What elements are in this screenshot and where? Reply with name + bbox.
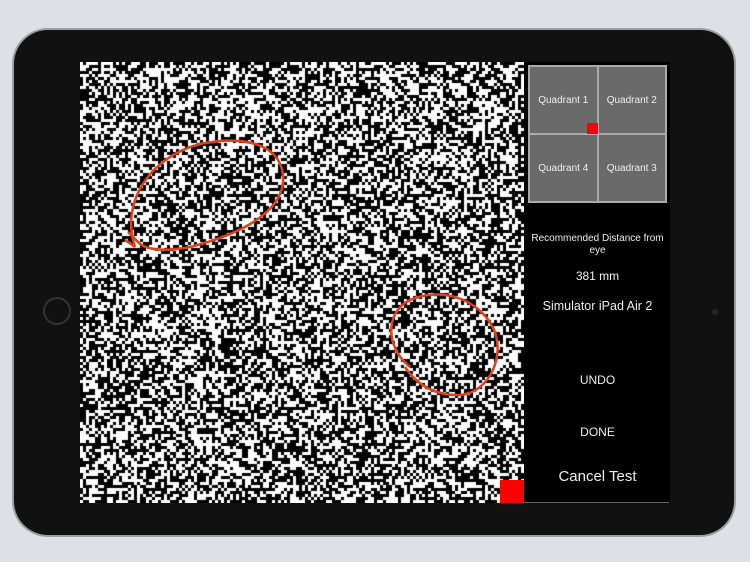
quadrant-4-button[interactable]: Quadrant 4: [529, 134, 598, 202]
divider: [524, 502, 669, 503]
quadrant-center-marker: [587, 123, 598, 134]
done-button[interactable]: DONE: [528, 425, 667, 439]
camera-icon: [712, 309, 718, 315]
home-button[interactable]: [43, 297, 71, 325]
screen: Quadrant 1 Quadrant 2 Quadrant 4 Quadran…: [80, 62, 670, 503]
device-name: Simulator iPad Air 2: [542, 299, 653, 313]
quadrant-selector: Quadrant 1 Quadrant 2 Quadrant 4 Quadran…: [528, 65, 667, 203]
fixation-marker: [500, 480, 524, 503]
undo-button[interactable]: UNDO: [528, 373, 667, 387]
cancel-test-button[interactable]: Cancel Test: [528, 468, 667, 485]
distance-value: 381 mm: [575, 269, 620, 283]
annotation-drawings: [124, 139, 499, 397]
quadrant-2-button[interactable]: Quadrant 2: [597, 66, 666, 134]
quadrant-3-button[interactable]: Quadrant 3: [597, 134, 666, 202]
annotation-circle-1: [124, 139, 285, 251]
annotation-circle-2: [390, 293, 499, 397]
distance-label: Recommended Distance from eye: [531, 233, 664, 256]
